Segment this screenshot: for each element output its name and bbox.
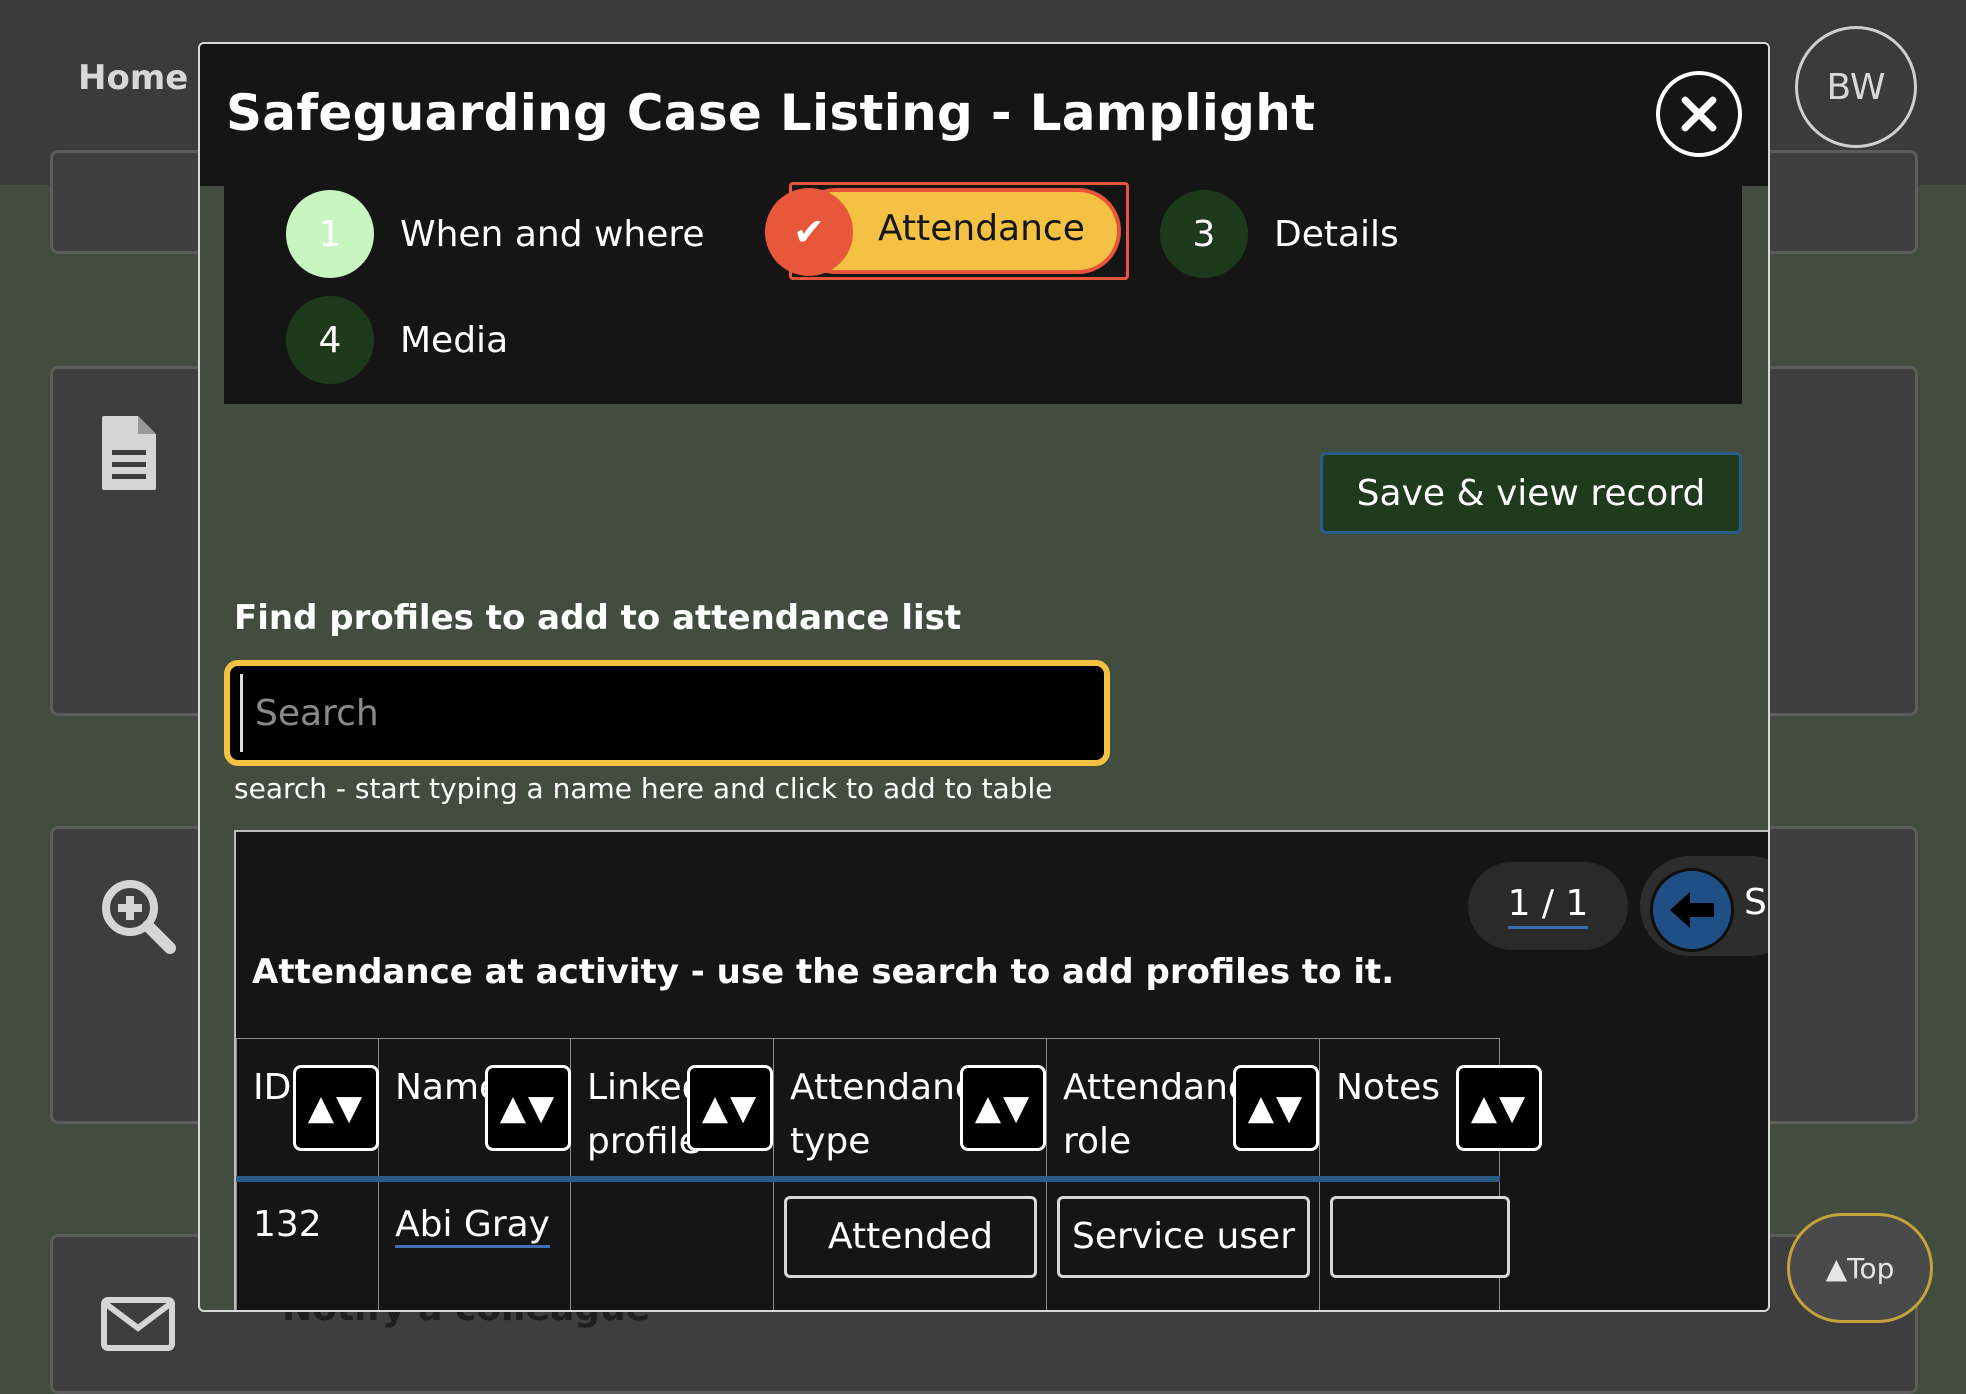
column-label: ID — [253, 1067, 292, 1108]
attendance-type-button[interactable]: Attended — [784, 1195, 1037, 1278]
step-number: 3 — [1160, 190, 1248, 278]
page-indicator-text: 1 / 1 — [1507, 883, 1589, 929]
step-number: 1 — [286, 190, 374, 278]
back-to-top-button[interactable]: ▲Top — [1787, 1213, 1933, 1323]
step-media[interactable]: 4 Media — [286, 296, 508, 384]
cell-name: Abi Gray — [378, 1178, 571, 1310]
sort-arrows-icon[interactable]: ▲▼ — [687, 1065, 773, 1151]
checkmark-icon: ✔ — [765, 188, 853, 276]
column-header-name: Name ▲▼ — [378, 1038, 571, 1182]
attendance-role-button[interactable]: Service user — [1057, 1195, 1310, 1278]
cell-attendance-type: Attended — [773, 1178, 1047, 1310]
notes-button[interactable] — [1330, 1195, 1510, 1278]
step-label: Attendance — [878, 208, 1085, 249]
cell-attendance-role: Service user — [1046, 1178, 1320, 1310]
column-label: Notes — [1336, 1067, 1440, 1108]
cell-linked-profile — [570, 1178, 774, 1310]
modal-title: Safeguarding Case Listing - Lamplight — [226, 84, 1316, 142]
profile-name-link[interactable]: Abi Gray — [395, 1204, 550, 1248]
user-avatar[interactable]: BW — [1795, 26, 1917, 148]
table-caption: Attendance at activity - use the search … — [252, 952, 1395, 992]
attendance-table: ID ▲▼ Name ▲▼ Linked profile ▲▼ Attendan… — [236, 1038, 1542, 1310]
case-listing-modal: Safeguarding Case Listing - Lamplight 1 … — [198, 42, 1770, 1312]
step-label: Details — [1274, 213, 1399, 255]
sort-arrows-icon[interactable]: ▲▼ — [1456, 1065, 1542, 1151]
zoom-in-icon — [100, 878, 176, 958]
page-indicator[interactable]: 1 / 1 — [1468, 862, 1628, 950]
column-header-notes: Notes ▲▼ — [1319, 1038, 1542, 1182]
sort-arrows-icon[interactable]: ▲▼ — [960, 1065, 1046, 1151]
cell-notes — [1319, 1178, 1510, 1310]
step-details[interactable]: 3 Details — [1160, 190, 1399, 278]
arrow-left-icon[interactable] — [1650, 868, 1734, 952]
nav-home-link[interactable]: Home — [78, 58, 188, 98]
step-when-and-where[interactable]: 1 When and where — [286, 190, 705, 278]
column-label: Attendance role — [1063, 1067, 1270, 1162]
find-profiles-label: Find profiles to add to attendance list — [234, 598, 962, 638]
column-header-attendance-role: Attendance role ▲▼ — [1046, 1038, 1320, 1182]
attendance-table-panel: 1 / 1 S Attendance at activity - use the… — [234, 830, 1768, 1310]
cell-id-text: 132 — [253, 1203, 322, 1245]
sort-arrows-icon[interactable]: ▲▼ — [293, 1065, 379, 1151]
sort-arrows-icon[interactable]: ▲▼ — [485, 1065, 571, 1151]
search-input[interactable] — [240, 674, 1090, 752]
step-label: When and where — [400, 213, 705, 255]
document-icon — [100, 414, 158, 496]
cell-id: 132 — [236, 1178, 379, 1310]
table-row: 132 Abi Gray Attended Service user — [236, 1178, 1510, 1310]
pager-controls: S — [1640, 856, 1768, 956]
sort-arrows-icon[interactable]: ▲▼ — [1233, 1065, 1319, 1151]
pager-label-partial: S — [1744, 882, 1767, 923]
step-attendance[interactable]: ✔ Attendance — [765, 182, 1135, 282]
close-icon[interactable] — [1656, 71, 1742, 157]
column-header-attendance-type: Attendance type ▲▼ — [773, 1038, 1047, 1182]
search-field-wrapper — [224, 660, 1110, 766]
step-label: Media — [400, 319, 509, 361]
envelope-icon — [100, 1296, 176, 1356]
table-header-row: ID ▲▼ Name ▲▼ Linked profile ▲▼ Attendan… — [236, 1038, 1542, 1182]
column-header-id: ID ▲▼ — [236, 1038, 379, 1182]
modal-header: Safeguarding Case Listing - Lamplight — [200, 44, 1768, 186]
step-number: 4 — [286, 296, 374, 384]
save-and-view-button[interactable]: Save & view record — [1320, 452, 1742, 534]
column-label: Attendance type — [790, 1067, 997, 1162]
column-header-linked-profile: Linked profile ▲▼ — [570, 1038, 774, 1182]
search-hint: search - start typing a name here and cl… — [234, 772, 1053, 805]
